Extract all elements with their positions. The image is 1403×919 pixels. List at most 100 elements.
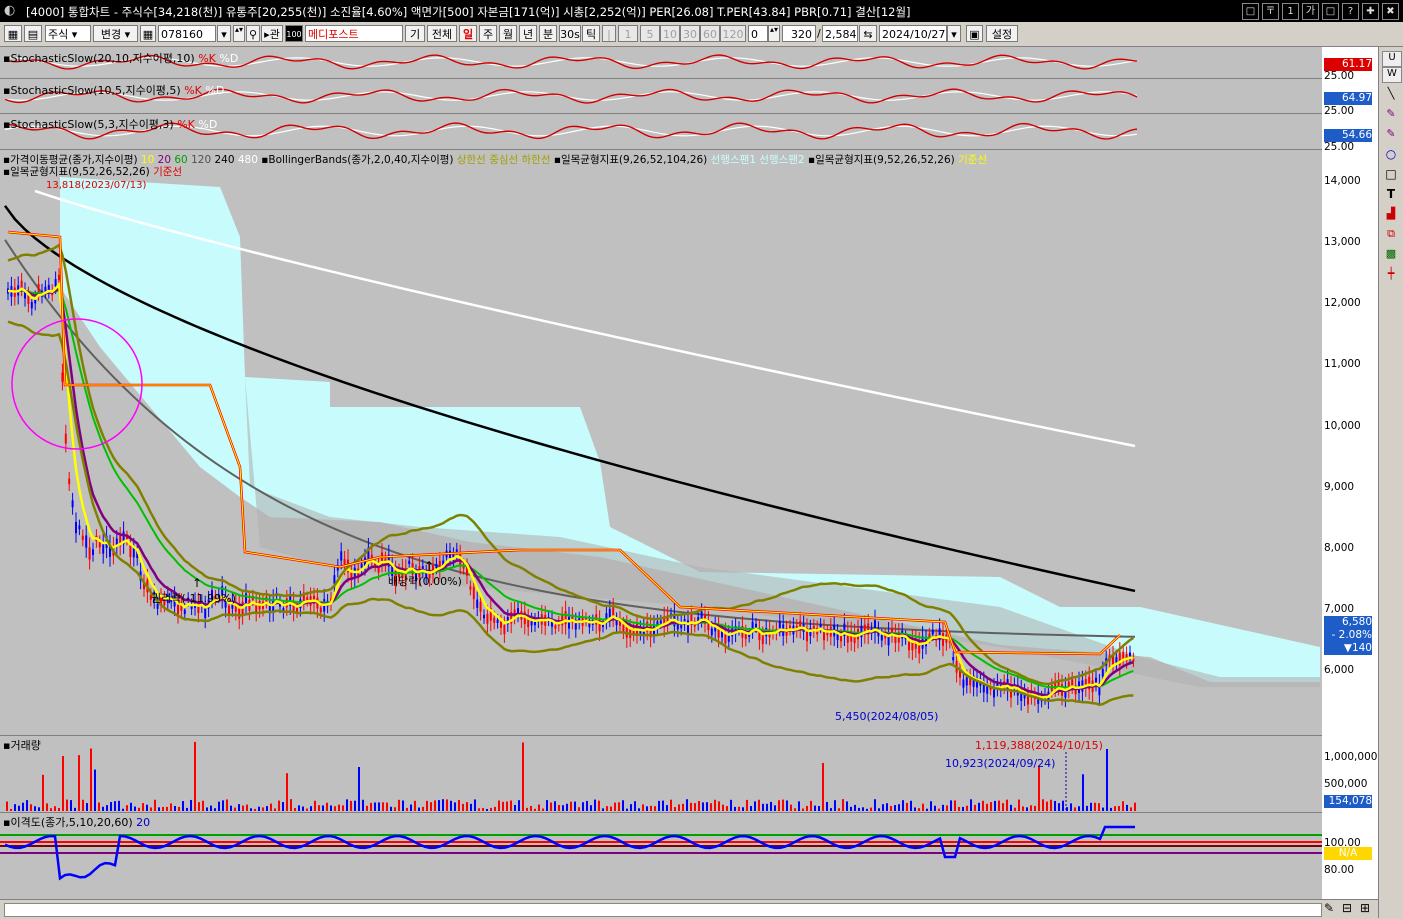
copy-tool-icon[interactable]: ⧉: [1382, 227, 1400, 241]
zoom-icon[interactable]: ⇆: [859, 25, 877, 42]
candle-body: [761, 634, 764, 645]
interval-button[interactable]: 5: [640, 25, 660, 42]
date-dropdown-icon[interactable]: ▾: [947, 25, 961, 42]
window-button[interactable]: □: [1322, 3, 1339, 20]
candle-body: [85, 535, 88, 548]
ruler-tool-icon[interactable]: ┿: [1382, 267, 1400, 281]
panel-separator: [0, 812, 1322, 813]
stoch2-d-label: %D: [205, 84, 225, 97]
volume-bar: [750, 806, 752, 811]
scroll-down-icon[interactable]: W: [1382, 67, 1402, 83]
period-button[interactable]: 틱: [582, 25, 600, 42]
candle-body: [68, 478, 71, 485]
candle-body: [71, 500, 74, 508]
window-button[interactable]: 1: [1282, 3, 1299, 20]
volume-bar: [758, 799, 760, 811]
interval-button[interactable]: 120: [720, 25, 746, 42]
fibonacci-tool-icon[interactable]: ▟: [1382, 207, 1400, 221]
pen-tool-icon[interactable]: ✎: [1382, 107, 1400, 121]
volume-bar: [306, 808, 308, 811]
marker-tool-icon[interactable]: ✎: [1382, 127, 1400, 141]
spin-input[interactable]: 0: [748, 25, 768, 42]
zoom-out-icon[interactable]: ⊟: [1342, 901, 1352, 915]
link-icon[interactable]: ▸관: [261, 25, 283, 42]
window-button[interactable]: 가: [1302, 3, 1319, 20]
volume-bar: [550, 802, 552, 811]
window-button[interactable]: 〒: [1262, 3, 1279, 20]
volume-bar: [226, 799, 228, 811]
period-button-active[interactable]: 일: [459, 25, 477, 42]
pin-button[interactable]: ✚: [1362, 3, 1379, 20]
tool-icon[interactable]: ✎: [1324, 901, 1334, 915]
chart-type-icon[interactable]: ▦: [4, 25, 22, 42]
line-tool-icon[interactable]: ╲: [1382, 87, 1400, 101]
period-button[interactable]: 30s: [559, 25, 581, 42]
zoom-in-icon[interactable]: ⊞: [1360, 901, 1370, 915]
help-button[interactable]: ?: [1342, 3, 1359, 20]
volume-bar: [994, 800, 996, 811]
print-icon[interactable]: ▣: [966, 25, 983, 42]
volume-bar: [46, 803, 48, 811]
volume-bar: [374, 802, 376, 811]
period-button[interactable]: 월: [499, 25, 517, 42]
text-tool-icon[interactable]: T: [1382, 187, 1400, 201]
code-input[interactable]: 078160: [158, 25, 216, 42]
change-select[interactable]: 변경 ▾: [93, 25, 138, 42]
save-icon[interactable]: ▤: [24, 25, 42, 42]
period-button[interactable]: 년: [519, 25, 537, 42]
volume-bar: [850, 806, 852, 811]
date-input[interactable]: 2024/10/27: [879, 25, 947, 42]
volume-bar: [366, 805, 368, 811]
period-button[interactable]: 주: [479, 25, 497, 42]
stoch1-k-label: %K: [198, 52, 216, 65]
volume-bar: [990, 802, 992, 811]
volume-bar: [842, 799, 844, 811]
interval-button[interactable]: 1: [618, 25, 638, 42]
candle-body: [360, 563, 363, 568]
horizontal-scrollbar[interactable]: [4, 903, 1322, 917]
volume-bar: [486, 808, 488, 811]
count-input[interactable]: 320: [782, 25, 816, 42]
window-button[interactable]: □: [1242, 3, 1259, 20]
volume-bar: [578, 807, 580, 811]
ellipse-tool-icon[interactable]: ○: [1382, 147, 1400, 161]
chart-canvas[interactable]: ↑↑: [0, 47, 1322, 899]
grid-icon[interactable]: ▦: [140, 25, 156, 42]
volume-tick: 1,000,000: [1324, 751, 1378, 763]
close-button[interactable]: ✖: [1382, 3, 1399, 20]
code-dropdown-icon[interactable]: ▾: [217, 25, 231, 42]
image-tool-icon[interactable]: ▩: [1382, 247, 1400, 261]
volume-bar: [90, 748, 92, 811]
volume-bar: [574, 801, 576, 811]
volume-bar: [1098, 803, 1100, 811]
settings-button[interactable]: 설정: [986, 25, 1018, 42]
period-button[interactable]: 기: [405, 25, 425, 42]
panel-separator: [0, 735, 1322, 736]
toolbar: ▦ ▤ 주식 ▾ 변경 ▾ ▦ 078160 ▾ ▴▾ ⚲ ▸관 100 메디포…: [0, 22, 1403, 47]
interval-button[interactable]: 60: [700, 25, 720, 42]
candle-body: [435, 563, 438, 569]
interval-button[interactable]: 10: [660, 25, 680, 42]
period-button[interactable]: 분: [539, 25, 557, 42]
spin-icon[interactable]: ▴▾: [233, 25, 245, 42]
volume-bar: [6, 801, 8, 811]
stoch3-d-label: %D: [198, 118, 218, 131]
bb-upper-label: 상한선: [456, 154, 486, 166]
interval-button[interactable]: 30: [680, 25, 700, 42]
rectangle-tool-icon[interactable]: □: [1382, 167, 1400, 181]
volume-bar: [926, 808, 928, 811]
stock-name-field[interactable]: 메디포스트: [305, 25, 403, 42]
period-button[interactable]: 전체: [427, 25, 457, 42]
code-grid-icon[interactable]: 100: [285, 25, 303, 42]
toggle-icon[interactable]: |: [602, 25, 616, 42]
spin-arrows-icon[interactable]: ▴▾: [768, 25, 780, 42]
candle-body: [228, 605, 230, 615]
search-icon[interactable]: ⚲: [246, 25, 260, 42]
volume-bar: [122, 808, 124, 811]
market-select[interactable]: 주식 ▾: [45, 25, 91, 42]
bottom-bar: ✎ ⊟ ⊞: [0, 899, 1378, 919]
volume-bar: [902, 800, 904, 811]
scroll-up-icon[interactable]: U: [1382, 51, 1402, 67]
chart-area[interactable]: ↑ ↑ ▪StochasticSlow(20,10,지수이평,10) %K %D …: [0, 47, 1322, 899]
volume-bar: [858, 807, 860, 811]
